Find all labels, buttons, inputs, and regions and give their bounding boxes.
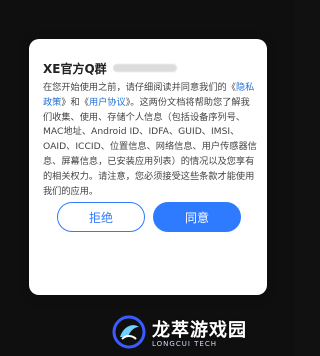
agree-button[interactable]: 同意 [153, 202, 241, 232]
privacy-dialog: XE官方Q群 在您开始使用之前，请仔细阅读并同意我们的《隐私政策》和《用户协议》… [29, 39, 267, 295]
dialog-title: XE官方Q群 [43, 61, 107, 76]
blurred-group-number [112, 64, 177, 72]
dragon-logo-icon [112, 315, 146, 349]
user-agreement-link[interactable]: 用户协议 [89, 97, 126, 108]
body-text-part: 》。这两份文档将帮助您了解我们收集、使用、存储个人信息（包括设备序列号、MAC地… [43, 96, 257, 197]
site-watermark: 龙萃游戏园 LONGCUI TECH [112, 312, 287, 352]
watermark-brand-en: LONGCUI TECH [152, 340, 217, 348]
body-text-part: 》和《 [61, 96, 89, 108]
watermark-text: 龙萃游戏园 LONGCUI TECH [152, 316, 247, 348]
dialog-body-text: 在您开始使用之前，请仔细阅读并同意我们的《隐私政策》和《用户协议》。这两份文档将… [43, 81, 257, 199]
watermark-brand-cn: 龙萃游戏园 [152, 320, 247, 341]
body-text-part: 在您开始使用之前，请仔细阅读并同意我们的《 [43, 82, 236, 93]
dialog-title-row: XE官方Q群 [43, 59, 255, 77]
reject-button[interactable]: 拒绝 [57, 202, 145, 232]
